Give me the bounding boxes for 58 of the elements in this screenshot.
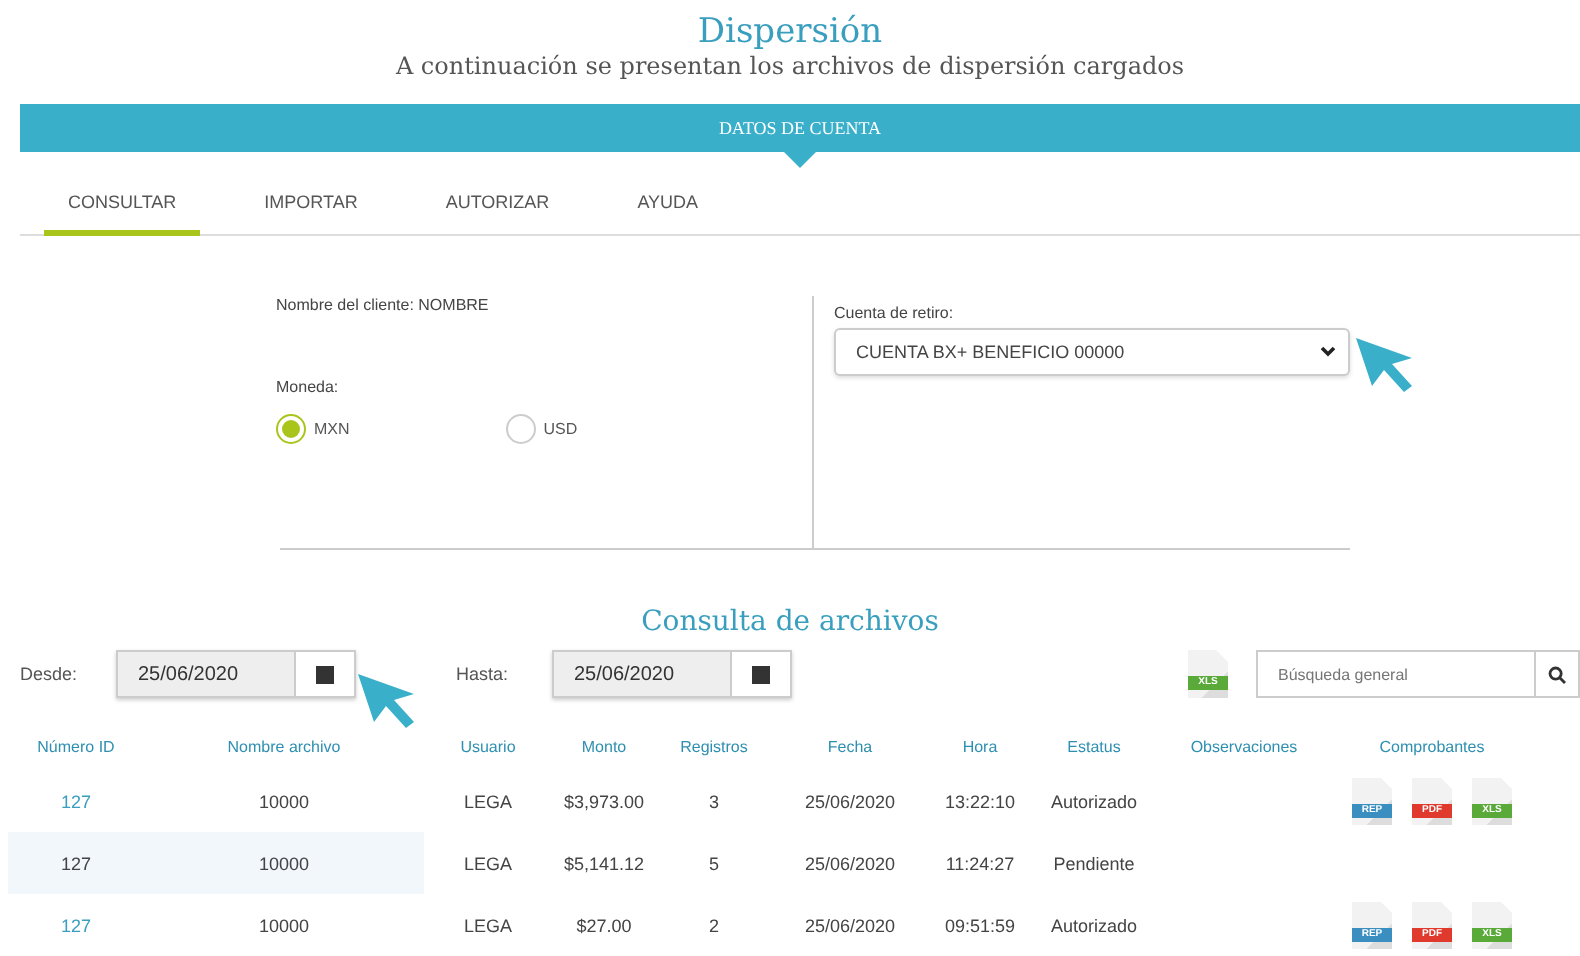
client-name-text: Nombre del cliente: NOMBRE <box>276 296 491 314</box>
column-header: Usuario <box>458 737 518 755</box>
to-label: Hasta: <box>456 664 511 684</box>
to-date-field[interactable]: 25/06/2020 <box>552 650 792 698</box>
currency-radio[interactable]: USD <box>505 414 578 444</box>
table-cell-text: $5,141.12 <box>561 851 647 877</box>
table-cell: 10000 <box>144 832 424 894</box>
table-cell: 127 <box>8 832 144 894</box>
table-cell-text: 10000 <box>256 789 312 815</box>
table-cell-text: LEGA <box>461 913 514 939</box>
table-cell-text: 3 <box>706 789 721 815</box>
column-header: Registros <box>678 737 750 755</box>
table-cell-text: $27.00 <box>574 913 634 939</box>
from-label: Desde: <box>20 664 80 684</box>
search-button[interactable] <box>1536 650 1580 698</box>
column-header: Fecha <box>825 737 875 755</box>
withdrawal-account-select[interactable]: CUENTA BX+ BENEFICIO 00000 <box>834 328 1350 376</box>
table-cell-text: 2 <box>706 913 721 939</box>
tab[interactable]: CONSULTAR <box>44 180 201 236</box>
calendar-icon <box>752 665 770 683</box>
table-cell-text: 10000 <box>256 913 312 939</box>
tab[interactable]: IMPORTAR <box>240 180 382 236</box>
table-cell-text: Pendiente <box>1051 851 1137 877</box>
table-cell-text: 5 <box>706 851 721 877</box>
table-cell-text: 25/06/2020 <box>802 913 898 939</box>
calendar-button[interactable] <box>294 652 354 696</box>
column-header: Hora <box>960 737 1000 755</box>
calendar-icon <box>316 665 334 683</box>
table-cell-text: 25/06/2020 <box>802 851 898 877</box>
banner-pointer <box>784 152 816 168</box>
section-title: Consulta de archivos <box>639 606 941 638</box>
table-cell-text: Autorizado <box>1048 913 1140 939</box>
table-cell-text: 13:22:10 <box>942 789 1018 815</box>
currency-label: Moneda: <box>276 378 339 396</box>
column-header: Observaciones <box>1188 737 1300 755</box>
table-cell-text: 25/06/2020 <box>802 789 898 815</box>
column-header: Comprobantes <box>1377 737 1487 755</box>
column-header: Estatus <box>1065 737 1123 755</box>
table-cell-text: 09:51:59 <box>942 913 1018 939</box>
page-title: Dispersión <box>697 12 883 52</box>
search-field[interactable]: Búsqueda general <box>1256 650 1536 698</box>
table-cell-text: Autorizado <box>1048 789 1140 815</box>
from-date-field[interactable]: 25/06/2020 <box>116 650 356 698</box>
chevron-down-icon <box>1320 346 1336 358</box>
currency-radio[interactable]: MXN <box>276 414 350 444</box>
withdrawal-label: Cuenta de retiro: <box>834 304 956 322</box>
column-header: Número ID <box>35 737 117 755</box>
calendar-button[interactable] <box>730 652 790 696</box>
table-cell-text: LEGA <box>461 789 514 815</box>
search-icon <box>1548 665 1566 683</box>
column-header: Monto <box>579 737 629 755</box>
column-header: Nombre archivo <box>225 737 343 755</box>
table-cell-text: 11:24:27 <box>943 851 1017 877</box>
table-cell-text: LEGA <box>461 851 514 877</box>
table-cell-text: $3,973.00 <box>561 789 647 815</box>
tab[interactable]: AYUDA <box>613 180 723 236</box>
tab[interactable]: AUTORIZAR <box>421 180 574 236</box>
page-subtitle: A continuación se presentan los archivos de dispersión cargados <box>395 52 1185 80</box>
